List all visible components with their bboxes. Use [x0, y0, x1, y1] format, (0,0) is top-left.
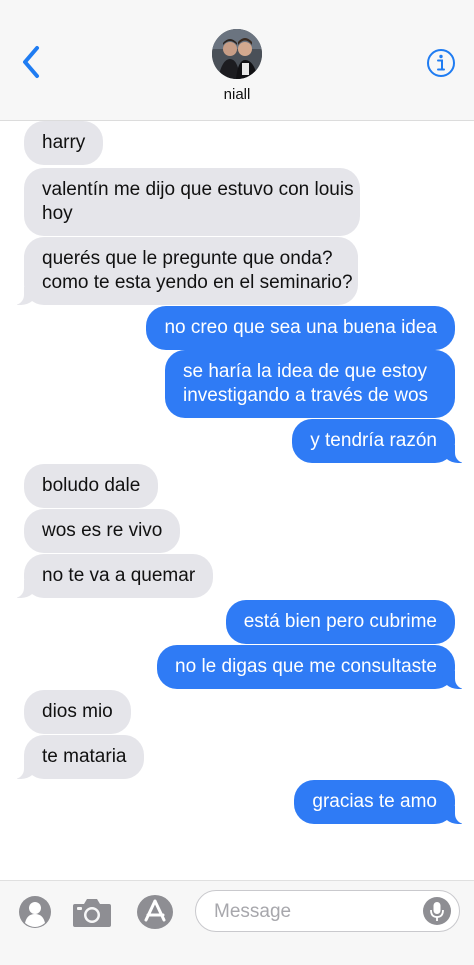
- incoming-message[interactable]: no te va a quemar: [10, 554, 214, 598]
- outgoing-message[interactable]: gracias te amo: [294, 780, 468, 824]
- info-icon: [427, 49, 455, 77]
- chevron-left-icon: [23, 46, 39, 78]
- person-icon: [19, 896, 51, 928]
- outgoing-message[interactable]: no creo que sea una buena idea: [146, 306, 455, 350]
- messages-app: niall harry valentín me dijo que estuvo …: [0, 0, 474, 965]
- outgoing-message[interactable]: no le digas que me consultaste: [157, 645, 468, 689]
- contacts-button[interactable]: [18, 895, 52, 929]
- camera-icon: [73, 899, 111, 927]
- message-input[interactable]: [212, 898, 416, 926]
- app-store-icon: [137, 895, 173, 929]
- conversation-header: niall: [0, 0, 474, 121]
- incoming-message[interactable]: harry: [24, 121, 104, 165]
- outgoing-message[interactable]: está bien pero cubrime: [225, 600, 455, 644]
- app-store-button[interactable]: [136, 894, 174, 930]
- incoming-message[interactable]: te mataria: [10, 735, 145, 779]
- contact-avatar[interactable]: [212, 29, 262, 79]
- info-button[interactable]: [426, 48, 456, 78]
- message-field[interactable]: [195, 890, 460, 932]
- back-button[interactable]: [20, 44, 44, 80]
- outgoing-message[interactable]: y tendría razón: [292, 419, 468, 463]
- incoming-message[interactable]: dios mio: [24, 690, 131, 734]
- message-thread[interactable]: harry valentín me dijo que estuvo con lo…: [0, 120, 474, 880]
- incoming-message[interactable]: boludo dale: [24, 464, 159, 508]
- microphone-icon: [423, 897, 451, 925]
- incoming-message[interactable]: valentín me dijo que estuvo con louis ho…: [24, 168, 360, 236]
- compose-bar: [0, 880, 474, 965]
- contact-name[interactable]: niall: [0, 86, 474, 103]
- outgoing-message[interactable]: se haría la idea de que estoy investigan…: [165, 350, 455, 418]
- dictation-button[interactable]: [423, 897, 451, 925]
- incoming-message[interactable]: wos es re vivo: [24, 509, 181, 553]
- incoming-message[interactable]: querés que le pregunte que onda? como te…: [11, 237, 358, 305]
- camera-button[interactable]: [71, 895, 113, 929]
- avatar-photo: [212, 29, 262, 79]
